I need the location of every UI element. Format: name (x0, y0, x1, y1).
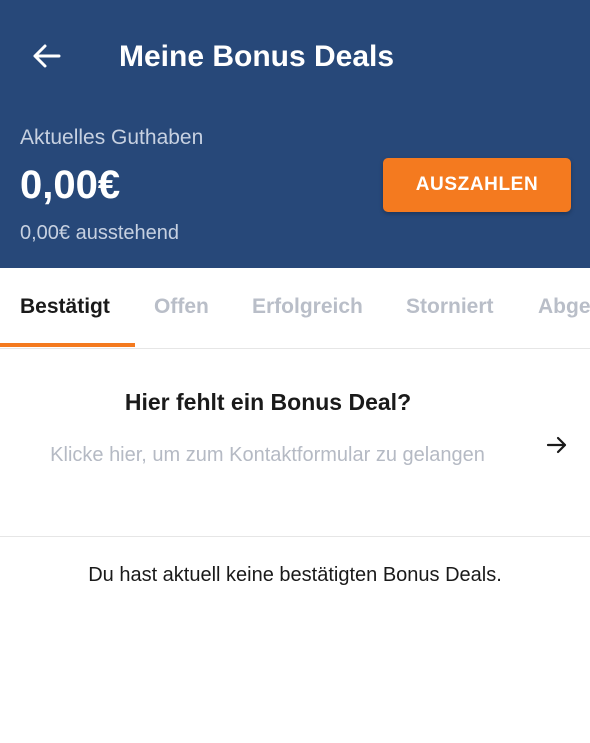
tab-erfolgreich[interactable]: Erfolgreich (252, 268, 363, 346)
active-tab-indicator (0, 343, 135, 347)
balance-value: 0,00€ (20, 163, 121, 207)
empty-state-message: Du hast aktuell keine bestätigten Bonus … (88, 564, 502, 586)
missing-deal-title: Hier fehlt ein Bonus Deal? (124, 389, 412, 415)
back-button[interactable] (26, 36, 66, 76)
pending-amount: 0,00€ ausstehend (20, 222, 180, 244)
tab-offen[interactable]: Offen (154, 268, 209, 346)
page-title: Meine Bonus Deals (119, 40, 395, 73)
tab-bar: Bestätigt Offen Erfolgreich Storniert Ab… (0, 268, 590, 349)
missing-deal-text: Klicke hier, um zum Kontaktformular zu g… (50, 444, 485, 466)
header-bar: Meine Bonus Deals Aktuelles Guthaben 0,0… (0, 0, 590, 268)
arrow-left-icon (33, 44, 61, 68)
balance-label: Aktuelles Guthaben (20, 126, 204, 149)
payout-button[interactable]: AUSZAHLEN (383, 158, 571, 212)
tab-storniert[interactable]: Storniert (406, 268, 494, 346)
tab-abge[interactable]: Abge (538, 268, 590, 346)
missing-deal-link[interactable]: Hier fehlt ein Bonus Deal? Klicke hier, … (0, 349, 590, 537)
tab-bestaetigt[interactable]: Bestätigt (20, 268, 110, 346)
arrow-right-icon[interactable] (543, 431, 571, 459)
